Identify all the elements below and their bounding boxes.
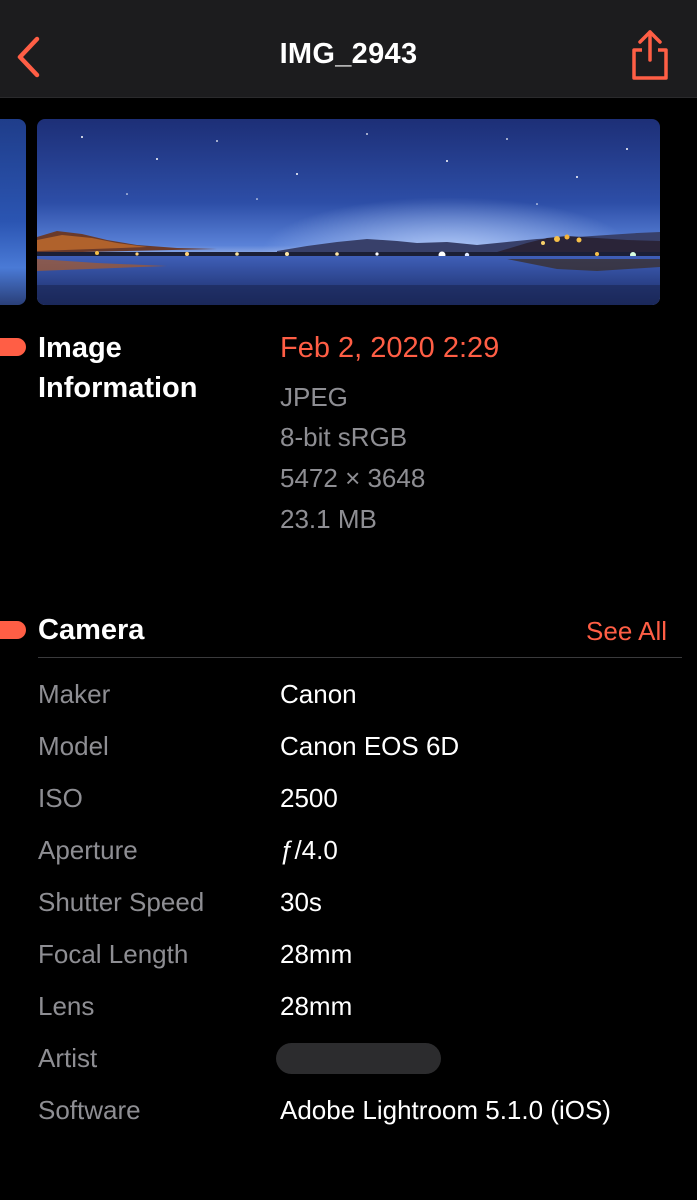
camera-heading: Camera — [38, 614, 145, 646]
spec-label: Focal Length — [38, 939, 189, 969]
spec-value: 28mm — [280, 991, 353, 1021]
spec-value: Canon — [280, 679, 357, 709]
share-icon — [632, 30, 668, 80]
heading-line: Information — [38, 372, 198, 404]
spec-value: Adobe Lightroom 5.1.0 (iOS) — [280, 1095, 611, 1125]
spec-row-model: Model Canon EOS 6D — [38, 726, 678, 766]
navigation-bar: IMG_2943 — [0, 0, 697, 98]
previous-photo-thumbnail[interactable] — [0, 119, 26, 305]
spec-value: ƒ/4.0 — [280, 835, 338, 865]
photo-preview[interactable] — [37, 119, 660, 305]
file-size: 23.1 MB — [280, 504, 377, 534]
spec-label: Artist — [38, 1043, 98, 1073]
spec-label: ISO — [38, 783, 83, 813]
spec-value: 30s — [280, 887, 322, 917]
spec-row-shutter-speed: Shutter Speed 30s — [38, 882, 678, 922]
spec-row-artist: Artist — [38, 1038, 678, 1078]
spec-row-iso: ISO 2500 — [38, 778, 678, 818]
section-marker — [0, 338, 26, 356]
spec-label: Lens — [38, 991, 95, 1021]
redacted-artist-value — [276, 1043, 441, 1074]
spec-row-software: Software Adobe Lightroom 5.1.0 (iOS) — [38, 1090, 678, 1130]
page-title: IMG_2943 — [279, 38, 418, 70]
heading-line: Image — [38, 332, 122, 364]
spec-label: Model — [38, 731, 109, 761]
spec-row-lens: Lens 28mm — [38, 986, 678, 1026]
spec-label: Aperture — [38, 835, 138, 865]
spec-row-maker: Maker Canon — [38, 674, 678, 714]
spec-value: 2500 — [280, 783, 338, 813]
capture-date: Feb 2, 2020 2:29 — [280, 332, 500, 364]
image-dimensions: 5472 × 3648 — [280, 463, 426, 493]
color-profile: 8-bit sRGB — [280, 422, 408, 452]
spec-label: Shutter Speed — [38, 887, 205, 917]
share-button[interactable] — [628, 28, 672, 82]
spec-value: Canon EOS 6D — [280, 731, 460, 761]
file-format: JPEG — [280, 382, 348, 412]
section-marker — [0, 621, 26, 639]
image-information-heading: Image Information — [38, 328, 258, 408]
spec-label: Software — [38, 1095, 141, 1125]
divider — [38, 657, 682, 658]
see-all-button[interactable]: See All — [586, 613, 667, 649]
spec-row-aperture: Aperture ƒ/4.0 — [38, 830, 678, 870]
spec-value: 28mm — [280, 939, 353, 969]
spec-label: Maker — [38, 679, 111, 709]
spec-row-focal-length: Focal Length 28mm — [38, 934, 678, 974]
